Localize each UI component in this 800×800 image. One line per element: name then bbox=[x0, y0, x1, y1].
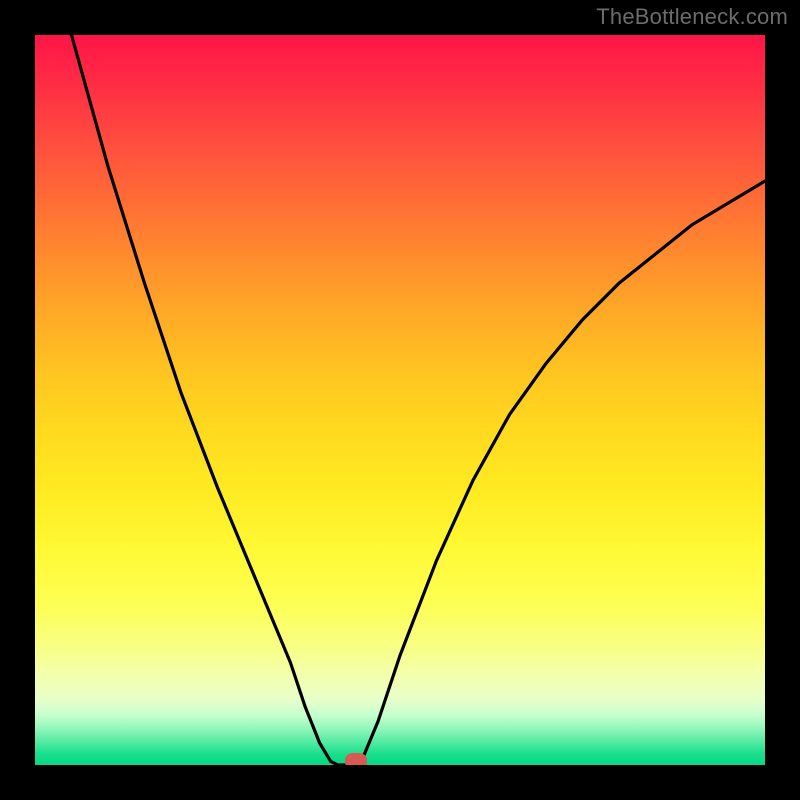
watermark-text: TheBottleneck.com bbox=[596, 4, 788, 30]
bottleneck-curve bbox=[72, 35, 766, 765]
optimal-point-marker bbox=[345, 753, 367, 765]
curve-layer bbox=[35, 35, 765, 765]
chart-frame: TheBottleneck.com bbox=[0, 0, 800, 800]
plot-area bbox=[35, 35, 765, 765]
